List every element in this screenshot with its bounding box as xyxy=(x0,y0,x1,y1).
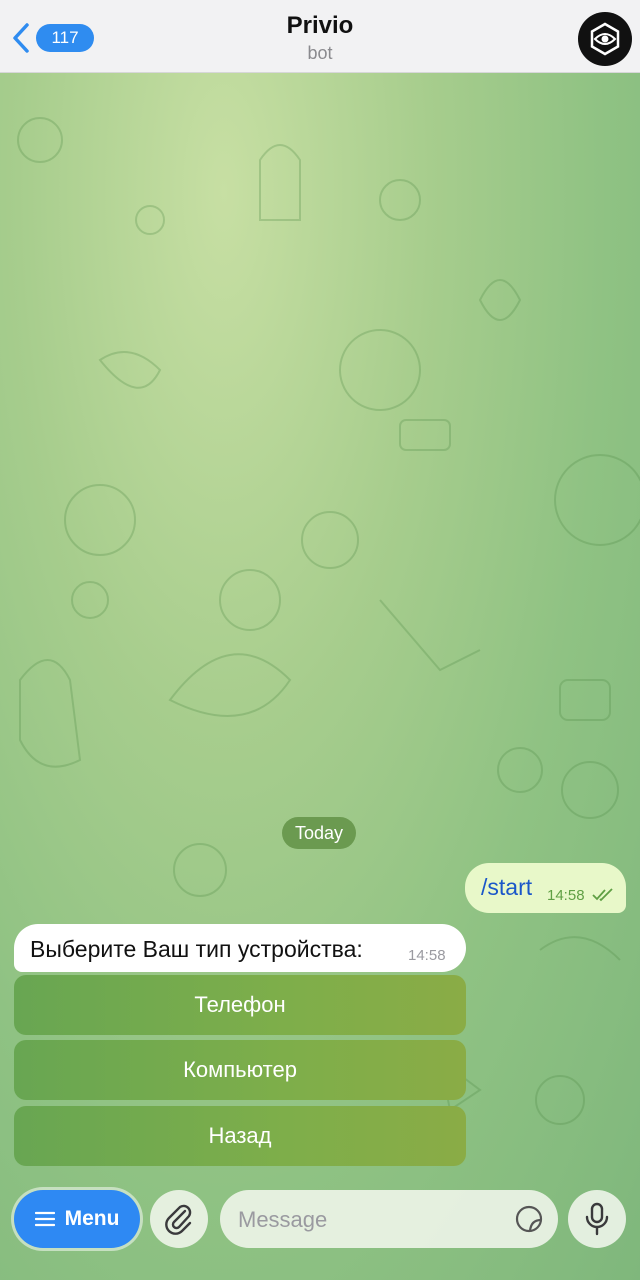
bot-menu-button[interactable]: Menu xyxy=(14,1190,140,1248)
inline-button-computer[interactable]: Компьютер xyxy=(14,1040,466,1100)
microphone-icon xyxy=(585,1202,609,1236)
inline-button-back[interactable]: Назад xyxy=(14,1106,466,1166)
eye-logo-icon xyxy=(590,22,620,56)
outgoing-message[interactable]: /start 14:58 xyxy=(465,863,626,913)
double-check-icon xyxy=(592,888,613,902)
chat-title[interactable]: Privio xyxy=(0,12,640,40)
inline-button-phone[interactable]: Телефон xyxy=(14,975,466,1035)
incoming-message[interactable]: Выберите Ваш тип устройства: 14:58 xyxy=(14,924,466,972)
chat-header: 117 Privio bot xyxy=(0,0,640,73)
message-time: 14:58 xyxy=(408,947,446,964)
hamburger-icon xyxy=(34,1211,55,1227)
message-time: 14:58 xyxy=(547,887,585,904)
menu-label: Menu xyxy=(64,1207,120,1230)
attach-button[interactable] xyxy=(150,1190,208,1248)
bot-avatar[interactable] xyxy=(578,12,632,66)
chat-subtitle: bot xyxy=(307,43,333,63)
date-separator: Today xyxy=(282,817,356,849)
voice-message-button[interactable] xyxy=(568,1190,626,1248)
message-text: Выберите Ваш тип устройства: xyxy=(30,936,363,962)
sticker-icon[interactable] xyxy=(514,1204,544,1234)
message-text[interactable]: /start xyxy=(481,874,532,901)
message-field[interactable] xyxy=(220,1190,558,1250)
paperclip-icon xyxy=(165,1204,192,1235)
message-input[interactable] xyxy=(236,1190,510,1250)
